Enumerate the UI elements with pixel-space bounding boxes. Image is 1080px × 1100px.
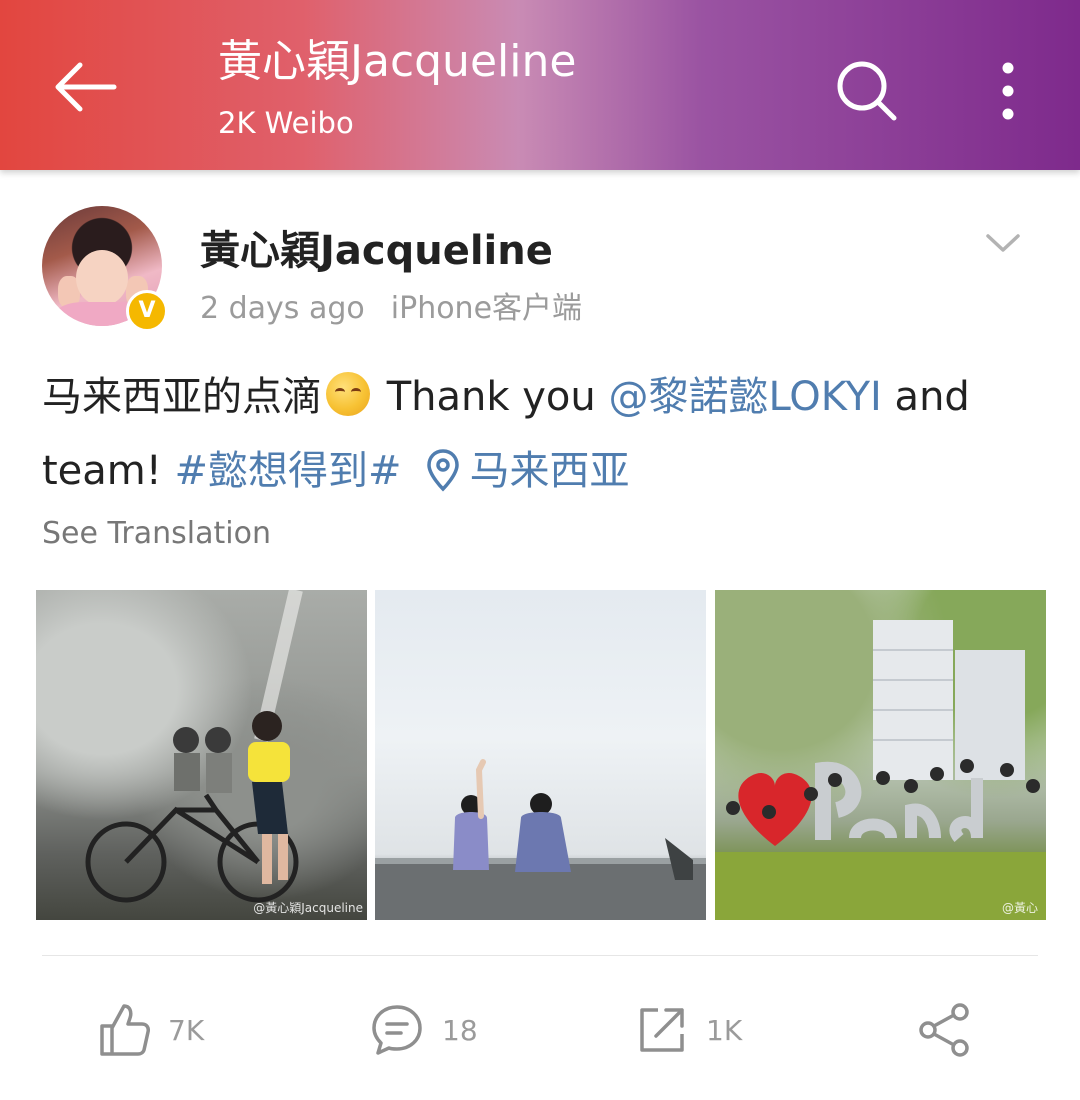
arrow-left-icon <box>55 62 117 112</box>
post-body: 马来西亚的点滴 Thank you @黎諾懿LOKYI and team! #懿… <box>42 360 1042 508</box>
photo-watermark: @黃心 <box>1001 901 1038 915</box>
post-text-segment: 马来西亚的点滴 <box>42 374 322 420</box>
more-vertical-icon <box>1002 62 1014 120</box>
post-menu-button[interactable] <box>984 228 1022 258</box>
search-button[interactable] <box>834 58 900 124</box>
see-translation-link[interactable]: See Translation <box>42 516 271 551</box>
header-subtitle: 2K Weibo <box>218 106 354 140</box>
comment-bubble-icon <box>372 1005 422 1055</box>
avatar-detail <box>76 250 128 306</box>
chevron-down-icon <box>986 234 1020 252</box>
verified-badge-icon: V <box>126 290 168 332</box>
shy-smile-emoji-icon <box>326 372 370 416</box>
repost-count: 1K <box>706 1013 743 1047</box>
post-time: 2 days ago <box>200 291 365 326</box>
repost-button[interactable]: 1K <box>636 998 742 1062</box>
post-source: iPhone客户端 <box>390 291 583 326</box>
post-author-name[interactable]: 黃心穎Jacqueline <box>200 218 553 276</box>
post-meta: 2 days ago iPhone客户端 <box>200 283 582 327</box>
divider <box>42 955 1038 956</box>
like-button[interactable]: 7K <box>98 998 204 1062</box>
photo-mural-bicycle <box>85 590 303 903</box>
back-button[interactable] <box>50 55 120 119</box>
comment-count: 18 <box>442 1013 478 1047</box>
photo-seaside <box>375 759 706 920</box>
photo-penang-sign <box>715 620 1046 920</box>
share-icon <box>919 1003 969 1057</box>
post-photo-3[interactable]: @黃心 <box>715 590 1046 920</box>
mention-link[interactable]: @黎諾懿LOKYI <box>608 374 881 420</box>
post-text-segment: Thank you <box>374 374 609 420</box>
like-count: 7K <box>168 1013 205 1047</box>
comment-button[interactable]: 18 <box>370 998 478 1062</box>
location-link[interactable]: 马来西亚 <box>402 448 630 494</box>
thumbs-up-icon <box>100 1004 150 1056</box>
location-label: 马来西亚 <box>469 448 630 494</box>
post-photo-1[interactable]: @黃心穎Jacqueline <box>36 590 367 920</box>
hashtag-link[interactable]: #懿想得到# <box>175 448 402 494</box>
top-app-bar: 黃心穎Jacqueline 2K Weibo <box>0 0 1080 170</box>
header-title-group: 黃心穎Jacqueline 2K Weibo <box>218 32 576 140</box>
photo-watermark: @黃心穎Jacqueline <box>253 901 363 915</box>
post-photo-2[interactable] <box>375 590 706 920</box>
more-options-button[interactable] <box>988 58 1028 124</box>
search-icon <box>837 61 897 121</box>
location-pin-icon <box>426 449 459 492</box>
repost-share-out-icon <box>640 1008 684 1052</box>
share-button[interactable] <box>916 998 972 1062</box>
header-title: 黃心穎Jacqueline <box>218 36 577 87</box>
